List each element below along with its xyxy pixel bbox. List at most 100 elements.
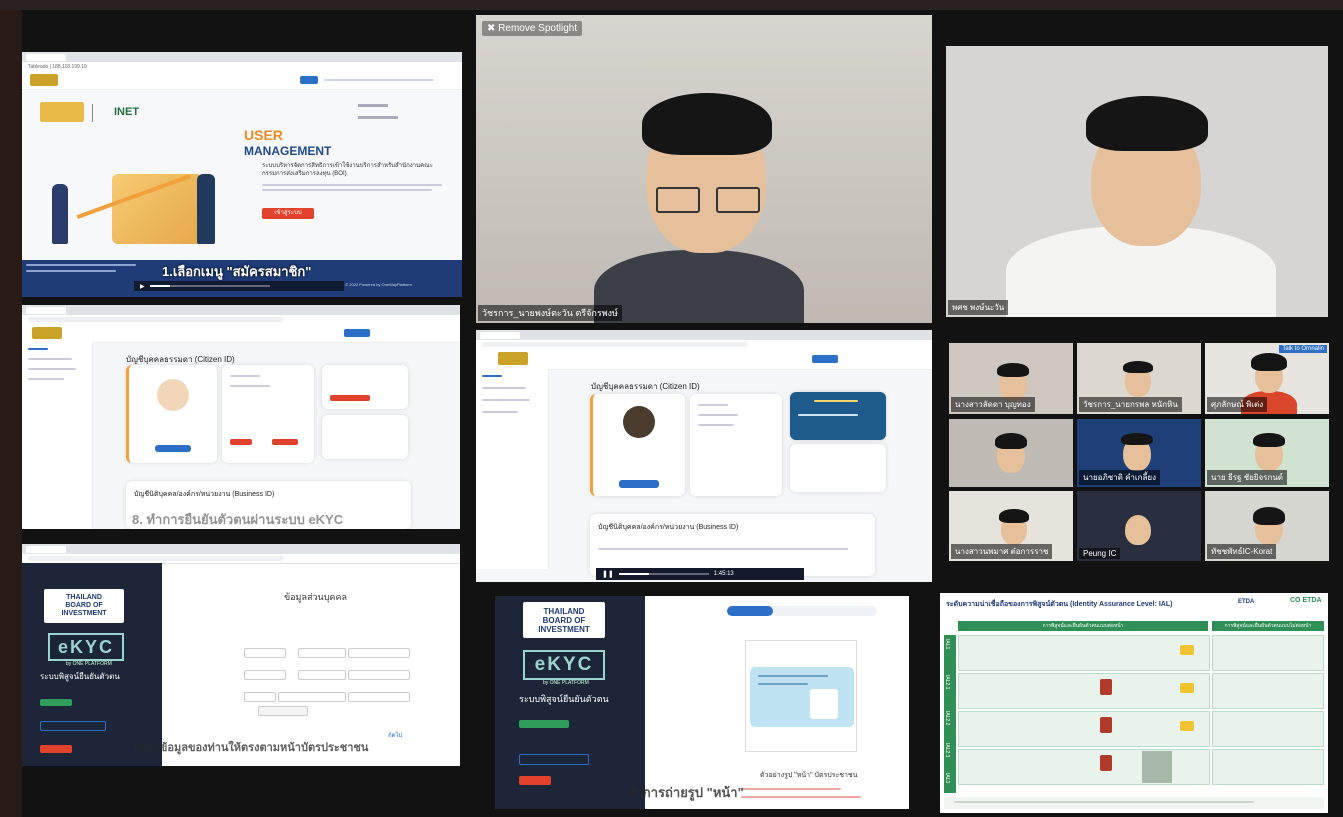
citizen-section-title: บัญชีบุคคลธรรมดา (Citizen ID)	[591, 382, 700, 391]
brand-text: THAILAND	[543, 606, 585, 616]
id-card-icon	[1180, 721, 1194, 731]
id-data-button[interactable]	[40, 721, 106, 731]
inet-logo: INET	[114, 106, 140, 118]
instruction-text	[741, 796, 861, 798]
ial-row	[1212, 673, 1324, 709]
id-photo-icon	[810, 689, 838, 719]
participant-tile[interactable]: นางสาวลัดดา บุญทอง	[949, 343, 1073, 414]
sidebar-item[interactable]	[28, 378, 64, 380]
participant-name: Peung IC	[1079, 548, 1121, 559]
passport-icon	[1100, 679, 1112, 695]
participant-tile[interactable]: นายอภิชาติ คำเกลี้ยง	[1077, 419, 1201, 487]
talk-button[interactable]: Talk to Ornnalin	[1279, 345, 1327, 353]
participant-tile[interactable]: Peung IC	[1077, 491, 1201, 561]
platform-text: by ONE PLATFORM	[66, 661, 112, 667]
step-button[interactable]	[40, 699, 72, 706]
ial-row	[1212, 749, 1324, 785]
sidebar-item[interactable]	[482, 411, 518, 413]
id-status-card	[790, 444, 886, 492]
sidebar-item-home[interactable]	[482, 375, 502, 377]
user-dropdown-button[interactable]	[812, 355, 838, 363]
edit-profile-button[interactable]	[619, 480, 659, 488]
avatar	[623, 406, 655, 438]
user-dropdown-button[interactable]	[344, 329, 370, 337]
camera-frame	[745, 640, 857, 752]
next-button[interactable]: ถัดไป	[388, 730, 402, 740]
sidebar-item[interactable]	[482, 387, 526, 389]
first-name-en-field[interactable]	[298, 670, 346, 680]
participant-tile[interactable]: นาย ธีรฐ ชัยยิจรกนต์	[1205, 419, 1329, 487]
form-title: ข้อมูลส่วนบุคคล	[284, 592, 347, 602]
birth-year-select[interactable]	[348, 692, 410, 702]
logout-button[interactable]	[40, 745, 72, 753]
stepper	[727, 606, 877, 616]
ekyc-status-card-verified	[790, 392, 886, 440]
brand-text: BOARD OF	[65, 602, 103, 609]
birth-month-select[interactable]	[278, 692, 346, 702]
verify-badge[interactable]	[272, 439, 298, 445]
ekyc-subtitle: ระบบพิสูจน์ยืนยันตัวตน	[519, 694, 609, 704]
hero-body-text	[262, 184, 442, 186]
site-navbar	[22, 324, 460, 343]
sidebar-item[interactable]	[482, 399, 530, 401]
step-button[interactable]	[519, 720, 569, 728]
title-select[interactable]	[244, 648, 286, 658]
video-tile-participant: พศช พงษ์นะวัน	[946, 46, 1328, 317]
video-progress[interactable]	[149, 285, 270, 287]
participant-tile[interactable]	[949, 419, 1073, 487]
last-name-en-field[interactable]	[348, 670, 410, 680]
sidebar-item[interactable]	[28, 358, 72, 360]
video-progress[interactable]	[618, 573, 709, 575]
pause-icon[interactable]: ❚❚	[602, 570, 614, 578]
browser-tabbar	[22, 305, 460, 315]
shared-screen-ekyc-photo: THAILAND BOARD OF INVESTMENT eKYC by ONE…	[495, 596, 909, 809]
participant-tile[interactable]: วัชรการ_นายกรพล หนักหิน	[1077, 343, 1201, 414]
passport-icon	[1100, 717, 1112, 733]
remove-spotlight-button[interactable]: ✖ Remove Spotlight	[482, 21, 583, 36]
nav-home-button[interactable]	[300, 76, 318, 84]
participant-name: ทัชชพัทธ์IC-Korat	[1207, 544, 1277, 559]
stepper-step-active	[727, 606, 773, 616]
ial-row	[958, 749, 1210, 785]
participant-tile[interactable]: ทัชชพัทธ์IC-Korat	[1205, 491, 1329, 561]
video-controls[interactable]: ▶	[134, 281, 344, 291]
brand-text: THAILAND	[66, 594, 102, 601]
ekyc-sidebar: THAILAND BOARD OF INVESTMENT eKYC by ONE…	[22, 563, 162, 766]
logout-button[interactable]	[519, 776, 551, 785]
edit-profile-button[interactable]	[155, 445, 191, 452]
participant-hair	[1086, 96, 1208, 151]
participant-tile[interactable]: Talk to Ornnalin ศุภลักษณ์ พิเต่ง	[1205, 343, 1329, 414]
ial-row	[958, 673, 1210, 709]
boi-logo: THAILAND BOARD OF INVESTMENT	[44, 589, 124, 623]
step-caption: กรอกข้อมูลของท่านให้ตรงตามหน้าบัตรประชาช…	[134, 742, 369, 754]
infographic-title: ระดับความน่าเชื่อถือของการพิสูจน์ตัวตน (…	[946, 601, 1173, 608]
login-button[interactable]: เข้าสู่ระบบ	[262, 208, 314, 219]
video-tile-speaker: ✖ Remove Spotlight วัชรการ_นายพงษ์ตะวัน …	[476, 15, 932, 323]
title-en-select[interactable]	[244, 670, 286, 680]
card-caption: ตัวอย่างรูป "หน้า" บัตรประชาชน	[760, 772, 858, 779]
verify-badge[interactable]	[230, 439, 252, 445]
ekyc-subtitle: ระบบพิสูจน์ยืนยันตัวตน	[40, 672, 120, 681]
video-controls[interactable]: ❚❚ 1:45:13	[596, 568, 804, 580]
id-card-sample	[750, 667, 854, 727]
id-data-button[interactable]	[519, 754, 589, 765]
participant-tile[interactable]: นางสาวนพมาศ ต๋อการราช	[949, 491, 1073, 561]
verify-button[interactable]	[330, 395, 370, 401]
background-top	[0, 0, 1343, 10]
participant-name: นายอภิชาติ คำเกลี้ยง	[1079, 470, 1160, 485]
sidebar-item[interactable]	[28, 368, 76, 370]
business-section: บัญชีนิติบุคคล/องค์กร/หน่วยงาน (Business…	[590, 514, 875, 576]
sidebar	[476, 369, 549, 569]
id-number-field[interactable]	[258, 706, 308, 716]
platform-text: by ONE PLATFORM	[543, 680, 589, 686]
play-icon[interactable]: ▶	[140, 283, 145, 290]
contact-email	[358, 116, 398, 119]
birth-day-select[interactable]	[244, 692, 276, 702]
first-name-field[interactable]	[298, 648, 346, 658]
shared-screen-ial-infographic: ระดับความน่าเชื่อถือของการพิสูจน์ตัวตน (…	[940, 593, 1328, 813]
id-card-icon	[1180, 645, 1194, 655]
nav-menu-items[interactable]	[324, 79, 434, 81]
sidebar-item-home[interactable]	[28, 348, 48, 350]
last-name-field[interactable]	[348, 648, 410, 658]
step-caption: 8. ทำการยืนยันตัวตนผ่านระบบ eKYC	[132, 512, 344, 527]
